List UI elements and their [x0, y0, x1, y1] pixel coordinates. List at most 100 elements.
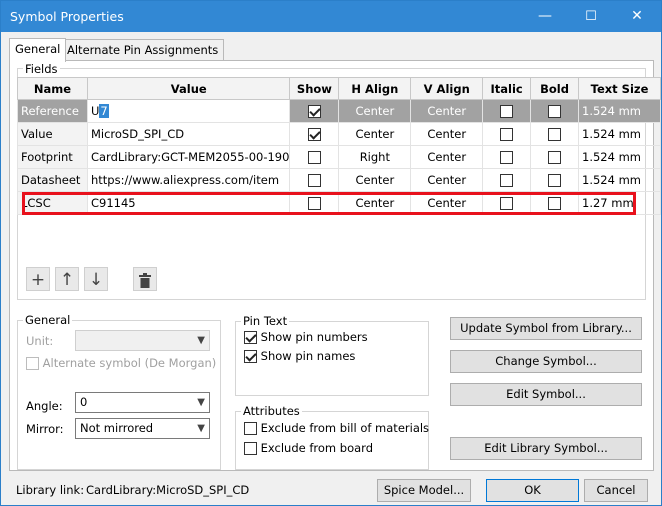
italic-checkbox-cell[interactable] — [482, 145, 532, 169]
ok-button[interactable]: OK — [486, 479, 579, 502]
show-checkbox[interactable] — [307, 151, 321, 164]
maximize-button[interactable]: ☐ — [568, 1, 614, 32]
exclude-bom-option[interactable]: Exclude from bill of materials — [244, 421, 429, 435]
title-bar: Symbol Properties — ☐ ✕ — [1, 1, 661, 32]
col-show[interactable]: Show — [289, 77, 340, 100]
edit-symbol-button[interactable]: Edit Symbol... — [450, 383, 642, 406]
mirror-select[interactable]: Not mirrored ▼ — [75, 418, 210, 439]
tab-general[interactable]: General — [9, 38, 67, 62]
show-checkbox-cell[interactable] — [289, 191, 340, 215]
text-size-cell[interactable]: 1.524 mm — [578, 99, 661, 123]
field-name-cell[interactable]: Datasheet — [17, 168, 88, 192]
show-checkbox-cell[interactable] — [289, 168, 340, 192]
fields-group-label: Fields — [23, 62, 60, 76]
bold-checkbox[interactable] — [548, 197, 562, 210]
col-bold[interactable]: Bold — [530, 77, 580, 100]
alternate-symbol-checkbox[interactable] — [26, 357, 39, 370]
show-pin-numbers-option[interactable]: Show pin numbers — [244, 330, 368, 344]
text-size-cell[interactable]: 1.524 mm — [578, 122, 661, 146]
close-button[interactable]: ✕ — [614, 1, 660, 32]
show-checkbox-cell[interactable] — [289, 145, 340, 169]
italic-checkbox-cell[interactable] — [482, 191, 532, 215]
field-value-cell[interactable]: https://www.aliexpress.com/item — [86, 168, 291, 192]
show-checkbox[interactable] — [307, 105, 321, 118]
update-symbol-button[interactable]: Update Symbol from Library... — [450, 317, 642, 340]
h-align-cell[interactable]: Center — [338, 122, 412, 146]
move-down-icon[interactable]: ↓ — [84, 267, 108, 291]
text-size-cell[interactable]: 1.524 mm — [578, 145, 661, 169]
italic-checkbox[interactable] — [500, 197, 514, 210]
h-align-cell[interactable]: Center — [338, 191, 412, 215]
field-value-editor[interactable]: U7 — [86, 99, 291, 123]
table-row[interactable]: Datasheet https://www.aliexpress.com/ite… — [17, 168, 661, 192]
italic-checkbox[interactable] — [500, 174, 514, 187]
v-align-cell[interactable]: Center — [410, 122, 484, 146]
bold-checkbox[interactable] — [548, 128, 562, 141]
italic-checkbox-cell[interactable] — [482, 168, 532, 192]
bold-checkbox[interactable] — [548, 151, 562, 164]
field-name-cell[interactable]: LCSC — [17, 191, 88, 215]
col-h-align[interactable]: H Align — [338, 77, 412, 100]
h-align-cell[interactable]: Center — [338, 168, 412, 192]
spice-model-button[interactable]: Spice Model... — [377, 479, 471, 502]
field-value-cell[interactable]: CardLibrary:GCT-MEM2055-00-190 — [86, 145, 291, 169]
h-align-cell[interactable]: Right — [338, 145, 412, 169]
alternate-symbol-option[interactable]: Alternate symbol (De Morgan) — [26, 356, 216, 370]
table-row[interactable]: LCSC C91145 Center Center 1.27 mm — [17, 191, 661, 215]
field-value-cell[interactable]: C91145 — [86, 191, 291, 215]
show-checkbox[interactable] — [307, 174, 321, 187]
italic-checkbox[interactable] — [500, 151, 514, 164]
text-size-cell[interactable]: 1.27 mm — [578, 191, 661, 215]
bold-checkbox-cell[interactable] — [530, 99, 580, 123]
v-align-cell[interactable]: Center — [410, 99, 484, 123]
show-pin-names-checkbox[interactable] — [244, 350, 257, 363]
bold-checkbox-cell[interactable] — [530, 191, 580, 215]
exclude-bom-checkbox[interactable] — [244, 422, 257, 435]
col-italic[interactable]: Italic — [482, 77, 532, 100]
field-value-cell[interactable]: MicroSD_SPI_CD — [86, 122, 291, 146]
unit-select[interactable]: ▼ — [75, 330, 210, 351]
field-name-cell[interactable]: Reference — [17, 99, 88, 123]
table-row[interactable]: Footprint CardLibrary:GCT-MEM2055-00-190… — [17, 145, 661, 169]
show-pin-names-option[interactable]: Show pin names — [244, 349, 355, 363]
col-v-align[interactable]: V Align — [410, 77, 484, 100]
italic-checkbox-cell[interactable] — [482, 122, 532, 146]
italic-checkbox-cell[interactable] — [482, 99, 532, 123]
show-checkbox-cell[interactable] — [289, 122, 340, 146]
bold-checkbox-cell[interactable] — [530, 122, 580, 146]
table-row[interactable]: Value MicroSD_SPI_CD Center Center 1.524… — [17, 122, 661, 146]
cancel-button[interactable]: Cancel — [584, 479, 648, 502]
symbol-properties-dialog: Symbol Properties — ☐ ✕ General Alternat… — [0, 0, 662, 506]
table-row[interactable]: Reference U7 Center Center 1.524 mm — [17, 99, 661, 123]
exclude-board-checkbox[interactable] — [244, 442, 257, 455]
field-name-cell[interactable]: Value — [17, 122, 88, 146]
tab-alternate-pin-assignments[interactable]: Alternate Pin Assignments — [61, 39, 225, 61]
show-checkbox[interactable] — [307, 197, 321, 210]
bold-checkbox[interactable] — [548, 174, 562, 187]
show-checkbox[interactable] — [307, 128, 321, 141]
delete-field-icon[interactable] — [133, 267, 157, 291]
italic-checkbox[interactable] — [500, 105, 514, 118]
col-value[interactable]: Value — [86, 77, 291, 100]
minimize-button[interactable]: — — [522, 1, 568, 32]
bold-checkbox[interactable] — [548, 105, 562, 118]
show-checkbox-cell[interactable] — [289, 99, 340, 123]
v-align-cell[interactable]: Center — [410, 191, 484, 215]
h-align-cell[interactable]: Center — [338, 99, 412, 123]
v-align-cell[interactable]: Center — [410, 168, 484, 192]
field-name-cell[interactable]: Footprint — [17, 145, 88, 169]
v-align-cell[interactable]: Center — [410, 145, 484, 169]
text-size-cell[interactable]: 1.524 mm — [578, 168, 661, 192]
col-text-size[interactable]: Text Size — [578, 77, 661, 100]
bold-checkbox-cell[interactable] — [530, 145, 580, 169]
col-name[interactable]: Name — [17, 77, 88, 100]
bold-checkbox-cell[interactable] — [530, 168, 580, 192]
angle-select[interactable]: 0 ▼ — [75, 392, 210, 413]
add-field-icon[interactable]: + — [26, 267, 50, 291]
exclude-board-option[interactable]: Exclude from board — [244, 441, 373, 455]
move-up-icon[interactable]: ↑ — [55, 267, 79, 291]
italic-checkbox[interactable] — [500, 128, 514, 141]
change-symbol-button[interactable]: Change Symbol... — [450, 350, 642, 373]
edit-library-symbol-button[interactable]: Edit Library Symbol... — [450, 437, 642, 460]
show-pin-numbers-checkbox[interactable] — [244, 331, 257, 344]
